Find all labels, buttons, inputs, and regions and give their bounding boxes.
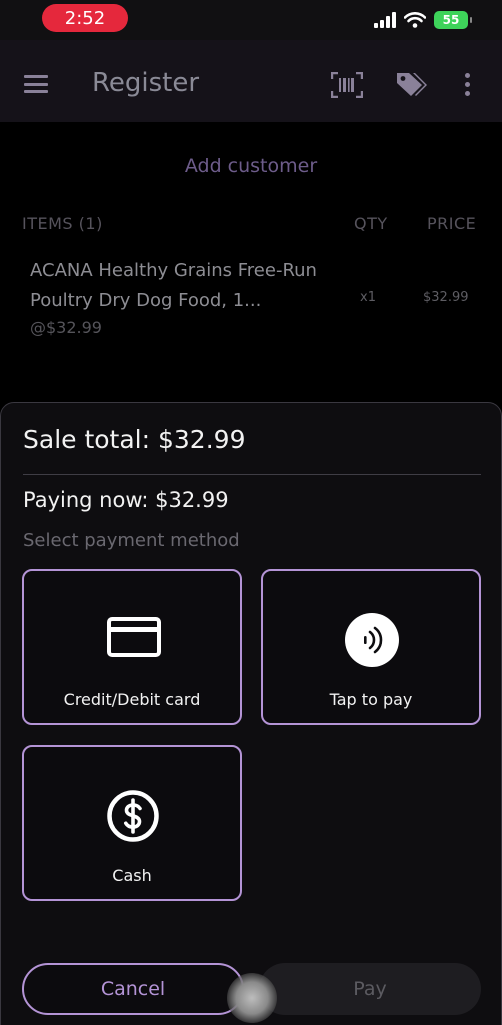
battery-icon: 55 bbox=[434, 11, 472, 29]
select-payment-label: Select payment method bbox=[23, 530, 240, 551]
credit-debit-card-option[interactable]: Credit/Debit card bbox=[22, 569, 242, 725]
barcode-scan-icon[interactable] bbox=[331, 72, 363, 98]
paying-now: Paying now: $32.99 bbox=[23, 488, 229, 512]
item-unit-price: @$32.99 bbox=[30, 318, 102, 337]
item-qty: x1 bbox=[360, 290, 376, 305]
items-header-label: ITEMS (1) bbox=[22, 214, 103, 233]
price-header-label: PRICE bbox=[427, 214, 477, 233]
credit-debit-card-label: Credit/Debit card bbox=[63, 690, 201, 709]
credit-card-icon bbox=[107, 617, 161, 657]
tap-to-pay-option[interactable]: Tap to pay bbox=[261, 569, 481, 725]
status-time[interactable]: 2:52 bbox=[42, 4, 128, 32]
wifi-icon bbox=[404, 12, 426, 28]
app-bar: Register bbox=[0, 40, 502, 122]
cash-option[interactable]: Cash bbox=[22, 745, 242, 901]
page-title: Register bbox=[92, 68, 200, 98]
touch-indicator bbox=[227, 973, 277, 1023]
payment-sheet: Sale total: $32.99 Paying now: $32.99 Se… bbox=[0, 402, 502, 1025]
sale-total: Sale total: $32.99 bbox=[23, 425, 246, 454]
item-name: ACANA Healthy Grains Free-Run Poultry Dr… bbox=[30, 260, 317, 311]
add-customer-link[interactable]: Add customer bbox=[0, 155, 502, 177]
status-bar: 2:52 55 bbox=[0, 0, 502, 40]
dollar-circle-icon bbox=[106, 789, 160, 843]
menu-icon[interactable] bbox=[24, 75, 48, 93]
cancel-button[interactable]: Cancel bbox=[22, 963, 244, 1015]
item-price: $32.99 bbox=[423, 290, 469, 305]
cash-label: Cash bbox=[112, 866, 152, 885]
tap-to-pay-label: Tap to pay bbox=[329, 690, 413, 709]
status-icons: 55 bbox=[374, 11, 472, 29]
tags-icon[interactable] bbox=[395, 70, 429, 98]
contactless-icon bbox=[345, 613, 399, 667]
qty-header-label: QTY bbox=[354, 214, 388, 233]
pay-button[interactable]: Pay bbox=[259, 963, 481, 1015]
more-vertical-icon[interactable] bbox=[465, 73, 470, 96]
divider bbox=[23, 474, 481, 475]
cellular-signal-icon bbox=[374, 12, 396, 28]
